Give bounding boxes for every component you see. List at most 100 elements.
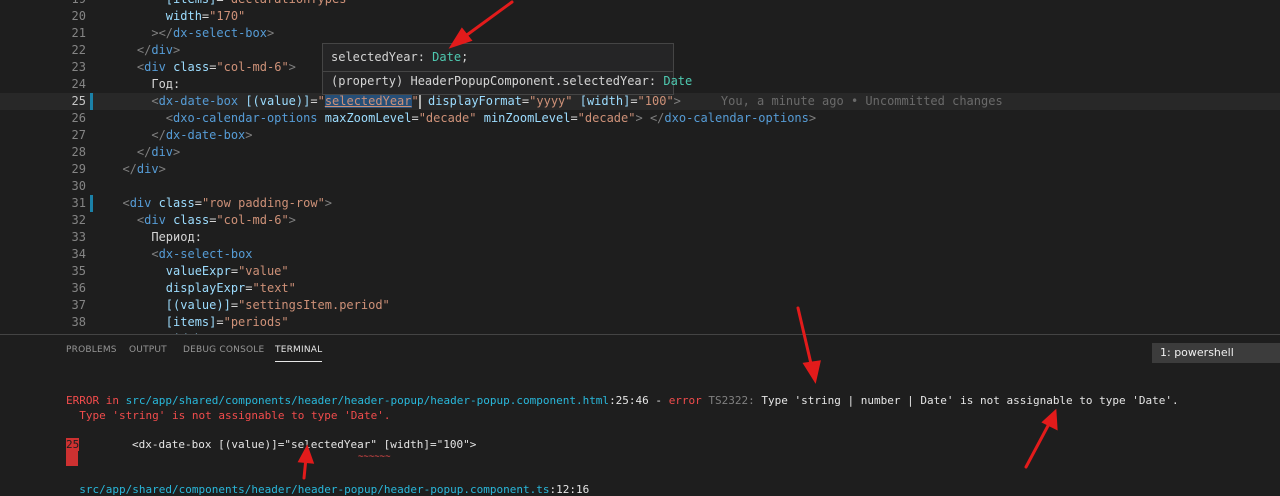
code-line[interactable]: 28 </div>	[0, 144, 1280, 161]
code-token: <	[122, 196, 130, 210]
code-token: Год:	[108, 77, 181, 91]
line-code: </div>	[108, 161, 165, 178]
code-token: [(value)]	[165, 298, 231, 312]
line-code: <div class="col-md-6">	[108, 59, 296, 76]
code-token: ></	[151, 26, 174, 40]
code-token: "yyyy"	[529, 94, 573, 108]
code-token: >	[173, 145, 181, 159]
code-token: >	[266, 26, 275, 40]
code-token: =	[570, 111, 578, 125]
code-token: </	[649, 111, 665, 125]
code-token: minZoomLevel	[483, 111, 571, 125]
line-code: displayExpr="text"	[108, 280, 296, 297]
code-token: [items]	[166, 0, 217, 6]
code-token: "decade"	[418, 111, 477, 125]
code-line[interactable]: 35 valueExpr="value"	[0, 263, 1280, 280]
code-token: >	[324, 196, 333, 210]
code-token: =	[216, 0, 223, 6]
selected-token: selectedYear	[324, 94, 412, 108]
code-token: "	[317, 94, 325, 108]
error-path[interactable]: src/app/shared/components/header/header-…	[126, 394, 609, 407]
error-squiggle: ~~~~~~	[358, 452, 391, 462]
code-token: class	[173, 213, 210, 227]
code-line[interactable]: 19 [items]="declarationTypes"	[0, 0, 1280, 8]
code-token: >	[808, 111, 817, 125]
code-token: <	[151, 247, 159, 261]
line-number: 27	[71, 128, 86, 142]
terminal-select[interactable]: 1: powershell	[1152, 343, 1280, 363]
hover-separator	[323, 71, 673, 72]
code-token: <	[151, 94, 159, 108]
code-token: =	[230, 264, 239, 278]
code-token: width	[165, 9, 202, 23]
code-token: "value"	[238, 264, 289, 278]
code-token: </	[136, 43, 152, 57]
code-token: >	[635, 111, 643, 125]
line-number: 35	[71, 264, 86, 278]
tab-problems[interactable]: PROBLEMS	[66, 345, 117, 355]
code-line[interactable]: 32 <div class="col-md-6">	[0, 212, 1280, 229]
line-number: 28	[71, 145, 86, 159]
line-number: 30	[71, 179, 86, 193]
line-code: valueExpr="value"	[108, 263, 289, 280]
code-line[interactable]: 26 <dxo-calendar-options maxZoomLevel="d…	[0, 110, 1280, 127]
code-line[interactable]: 33 Период:	[0, 229, 1280, 246]
line-code: Период:	[108, 229, 202, 246]
line-number: 19	[0, 0, 86, 8]
code-token: div	[144, 60, 166, 74]
code-token: "decade"	[577, 111, 636, 125]
line-number: 37	[71, 298, 86, 312]
hover-sig-name: selectedYear:	[331, 50, 433, 64]
line-number: 25	[71, 94, 86, 108]
code-token: </	[151, 128, 166, 142]
code-token: "text"	[252, 281, 296, 295]
snippet-num: 25	[66, 438, 80, 451]
code-token: class	[158, 196, 195, 210]
tab-debug-console[interactable]: DEBUG CONSOLE	[183, 345, 264, 355]
code-line[interactable]: 29 </div>	[0, 161, 1280, 178]
bottom-panel: PROBLEMS OUTPUT DEBUG CONSOLE TERMINAL 1…	[0, 334, 1280, 496]
code-line[interactable]: 31 <div class="row padding-row">	[0, 195, 1280, 212]
code-line[interactable]: 21 ></dx-select-box>	[0, 25, 1280, 42]
code-token: </	[122, 162, 137, 176]
code-line[interactable]: 38 [items]="periods"	[0, 314, 1280, 331]
line-code: [items]="declarationTypes"	[108, 0, 354, 8]
tab-terminal[interactable]: TERMINAL	[275, 345, 323, 362]
code-token: >	[288, 213, 296, 227]
code-line[interactable]: 37 [(value)]="settingsItem.period"	[0, 297, 1280, 314]
code-token: div	[136, 162, 159, 176]
code-line[interactable]: 30	[0, 178, 1280, 195]
code-line[interactable]: 25 <dx-date-box [(value)]="selectedYear"…	[0, 93, 1280, 110]
error-location: :25:46	[609, 394, 649, 407]
code-line[interactable]: 27 </dx-date-box>	[0, 127, 1280, 144]
line-code: </div>	[108, 42, 180, 59]
hover-doc: (property) HeaderPopupComponent.selected…	[331, 74, 692, 88]
code-token: "settingsItem.period"	[238, 298, 390, 312]
code-line[interactable]: 36 displayExpr="text"	[0, 280, 1280, 297]
code-token: class	[173, 60, 210, 74]
line-number: 26	[71, 111, 86, 125]
line-number: 36	[71, 281, 86, 295]
line-code: <dx-select-box	[108, 246, 252, 263]
code-line[interactable]: 34 <dx-select-box	[0, 246, 1280, 263]
code-token: "declarationTypes"	[224, 0, 354, 6]
hover-tooltip: selectedYear: Date; (property) HeaderPop…	[322, 43, 692, 95]
code-token: maxZoomLevel	[324, 111, 412, 125]
tab-output[interactable]: OUTPUT	[129, 345, 167, 355]
terminal-error-line: ERROR in src/app/shared/components/heade…	[66, 394, 1179, 407]
code-token: >	[288, 60, 296, 74]
code-token: =	[310, 94, 318, 108]
code-line[interactable]: 20 width="170"	[0, 8, 1280, 25]
code-token: "col-md-6"	[216, 60, 289, 74]
code-token: "100"	[637, 94, 674, 108]
